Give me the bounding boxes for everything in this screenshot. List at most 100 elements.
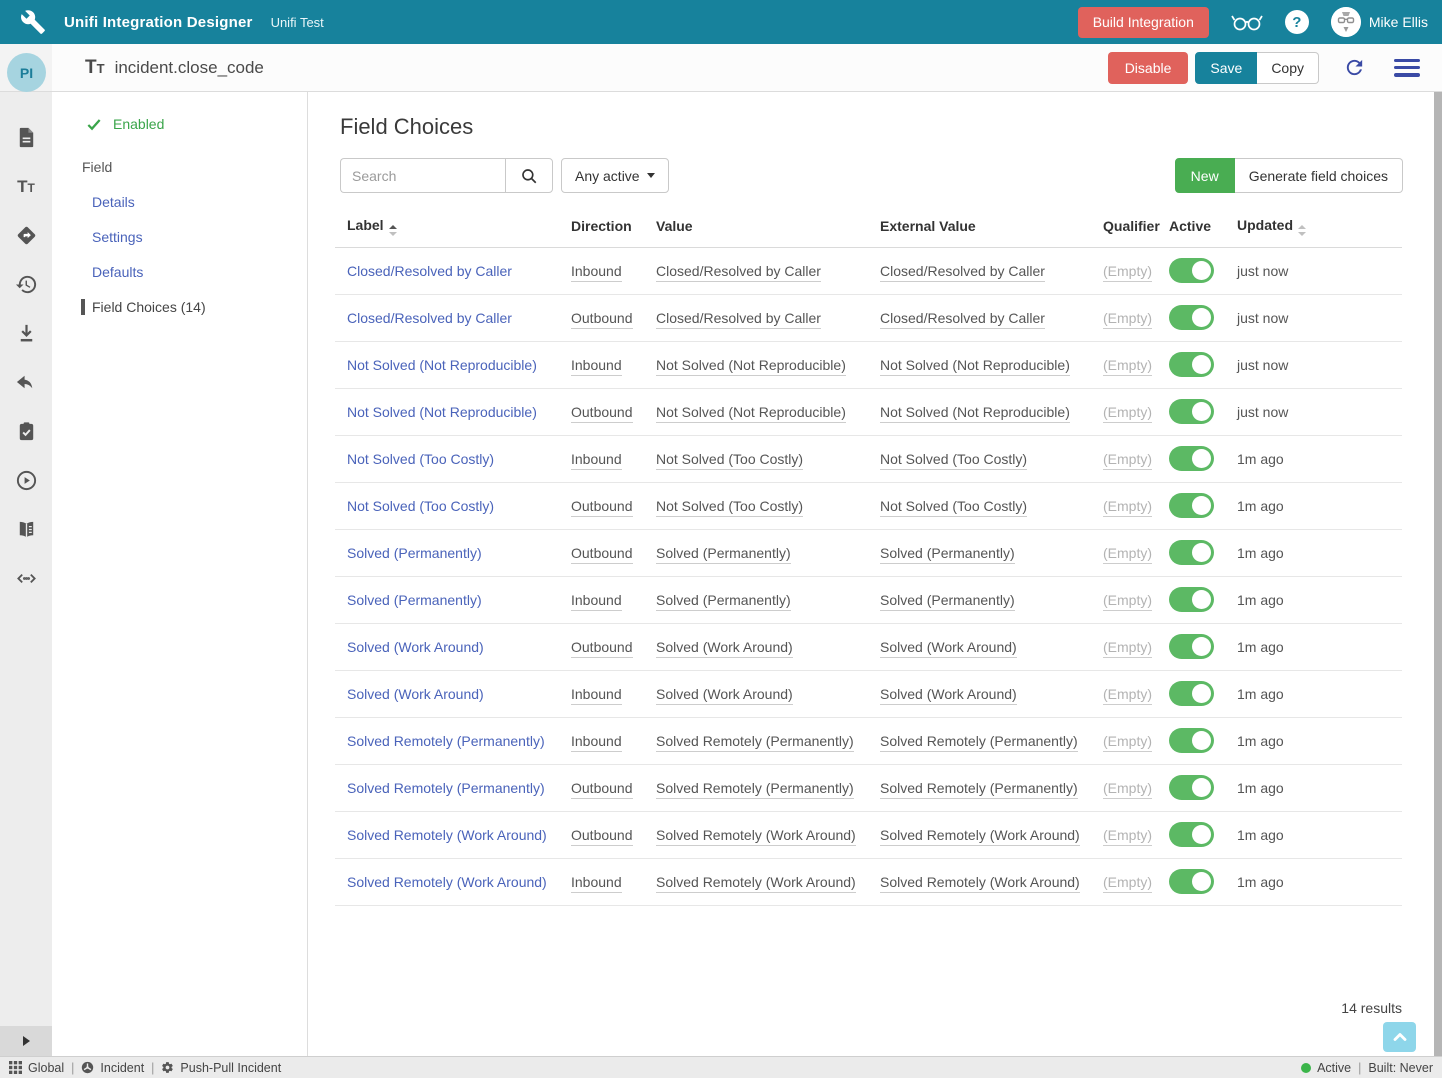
direction-cell[interactable]: Outbound <box>571 498 633 517</box>
hamburger-menu-icon[interactable] <box>1394 59 1420 77</box>
direction-cell[interactable]: Outbound <box>571 310 633 329</box>
direction-cell[interactable]: Outbound <box>571 780 633 799</box>
qualifier-cell[interactable]: (Empty) <box>1103 780 1152 799</box>
value-cell[interactable]: Solved Remotely (Permanently) <box>656 733 854 752</box>
label-link[interactable]: Solved Remotely (Permanently) <box>347 780 545 796</box>
external-value-cell[interactable]: Solved Remotely (Permanently) <box>880 780 1078 799</box>
refresh-icon[interactable] <box>1343 56 1366 79</box>
qualifier-cell[interactable]: (Empty) <box>1103 827 1152 846</box>
process-segment[interactable]: Push-Pull Incident <box>161 1061 281 1075</box>
documentation-icon[interactable] <box>15 518 38 541</box>
value-cell[interactable]: Solved Remotely (Work Around) <box>656 874 856 893</box>
qualifier-cell[interactable]: (Empty) <box>1103 686 1152 705</box>
label-link[interactable]: Not Solved (Too Costly) <box>347 451 494 467</box>
active-toggle[interactable] <box>1169 493 1214 518</box>
active-toggle[interactable] <box>1169 634 1214 659</box>
label-link[interactable]: Solved Remotely (Work Around) <box>347 827 547 843</box>
label-link[interactable]: Solved Remotely (Permanently) <box>347 733 545 749</box>
direction-cell[interactable]: Outbound <box>571 545 633 564</box>
col-header-qualifier[interactable]: Qualifier <box>1091 205 1157 247</box>
direction-cell[interactable]: Outbound <box>571 404 633 423</box>
search-button[interactable] <box>505 158 553 193</box>
label-link[interactable]: Closed/Resolved by Caller <box>347 263 512 279</box>
direction-cell[interactable]: Outbound <box>571 827 633 846</box>
value-cell[interactable]: Solved (Permanently) <box>656 592 791 611</box>
qualifier-cell[interactable]: (Empty) <box>1103 874 1152 893</box>
active-toggle[interactable] <box>1169 258 1214 283</box>
col-header-value[interactable]: Value <box>644 205 868 247</box>
collapse-sidebar-button[interactable] <box>0 1026 52 1056</box>
external-value-cell[interactable]: Solved Remotely (Permanently) <box>880 733 1078 752</box>
qualifier-cell[interactable]: (Empty) <box>1103 733 1152 752</box>
label-link[interactable]: Solved (Permanently) <box>347 545 482 561</box>
col-header-label[interactable]: Label <box>335 205 559 247</box>
nav-item-settings[interactable]: Settings <box>82 229 307 245</box>
qualifier-cell[interactable]: (Empty) <box>1103 310 1152 329</box>
active-toggle[interactable] <box>1169 399 1214 424</box>
typography-icon[interactable]: TT <box>17 175 35 198</box>
reply-icon[interactable] <box>15 371 38 394</box>
history-icon[interactable] <box>15 273 38 296</box>
value-cell[interactable]: Solved (Permanently) <box>656 545 791 564</box>
qualifier-cell[interactable]: (Empty) <box>1103 545 1152 564</box>
value-cell[interactable]: Not Solved (Not Reproducible) <box>656 357 846 376</box>
col-header-active[interactable]: Active <box>1157 205 1225 247</box>
external-value-cell[interactable]: Closed/Resolved by Caller <box>880 263 1045 282</box>
user-menu[interactable]: Mike Ellis <box>1331 7 1428 37</box>
value-cell[interactable]: Solved (Work Around) <box>656 639 793 658</box>
tasks-icon[interactable] <box>15 420 38 443</box>
new-button[interactable]: New <box>1175 158 1235 193</box>
value-cell[interactable]: Closed/Resolved by Caller <box>656 310 821 329</box>
generate-field-choices-button[interactable]: Generate field choices <box>1235 158 1403 193</box>
nav-item-field-choices[interactable]: Field Choices (14) <box>81 299 307 315</box>
qualifier-cell[interactable]: (Empty) <box>1103 639 1152 658</box>
label-link[interactable]: Closed/Resolved by Caller <box>347 310 512 326</box>
external-value-cell[interactable]: Solved (Work Around) <box>880 639 1017 658</box>
direction-cell[interactable]: Inbound <box>571 451 622 470</box>
integration-avatar[interactable]: PI <box>7 53 46 92</box>
vertical-scrollbar[interactable] <box>1434 92 1442 1056</box>
value-cell[interactable]: Solved Remotely (Permanently) <box>656 780 854 799</box>
direction-cell[interactable]: Outbound <box>571 639 633 658</box>
download-icon[interactable] <box>15 322 38 345</box>
external-value-cell[interactable]: Solved Remotely (Work Around) <box>880 827 1080 846</box>
help-icon[interactable]: ? <box>1285 10 1309 34</box>
col-header-external-value[interactable]: External Value <box>868 205 1091 247</box>
active-toggle[interactable] <box>1169 352 1214 377</box>
label-link[interactable]: Not Solved (Not Reproducible) <box>347 357 537 373</box>
direction-cell[interactable]: Inbound <box>571 592 622 611</box>
value-cell[interactable]: Solved (Work Around) <box>656 686 793 705</box>
label-link[interactable]: Not Solved (Not Reproducible) <box>347 404 537 420</box>
qualifier-cell[interactable]: (Empty) <box>1103 592 1152 611</box>
active-toggle[interactable] <box>1169 446 1214 471</box>
active-toggle[interactable] <box>1169 540 1214 565</box>
active-toggle[interactable] <box>1169 775 1214 800</box>
copy-button[interactable]: Copy <box>1257 52 1319 84</box>
active-toggle[interactable] <box>1169 305 1214 330</box>
col-header-updated[interactable]: Updated <box>1225 205 1402 247</box>
directions-icon[interactable] <box>15 224 38 247</box>
external-value-cell[interactable]: Closed/Resolved by Caller <box>880 310 1045 329</box>
direction-cell[interactable]: Inbound <box>571 357 622 376</box>
external-value-cell[interactable]: Not Solved (Too Costly) <box>880 498 1027 517</box>
value-cell[interactable]: Closed/Resolved by Caller <box>656 263 821 282</box>
active-toggle[interactable] <box>1169 822 1214 847</box>
save-button[interactable]: Save <box>1195 52 1257 84</box>
qualifier-cell[interactable]: (Empty) <box>1103 498 1152 517</box>
qualifier-cell[interactable]: (Empty) <box>1103 357 1152 376</box>
preview-glasses-icon[interactable] <box>1231 11 1263 33</box>
active-toggle[interactable] <box>1169 869 1214 894</box>
qualifier-cell[interactable]: (Empty) <box>1103 451 1152 470</box>
external-value-cell[interactable]: Not Solved (Not Reproducible) <box>880 404 1070 423</box>
direction-cell[interactable]: Inbound <box>571 874 622 893</box>
external-value-cell[interactable]: Not Solved (Too Costly) <box>880 451 1027 470</box>
active-toggle[interactable] <box>1169 681 1214 706</box>
active-filter-dropdown[interactable]: Any active <box>561 158 669 193</box>
label-link[interactable]: Solved (Permanently) <box>347 592 482 608</box>
qualifier-cell[interactable]: (Empty) <box>1103 404 1152 423</box>
nav-item-defaults[interactable]: Defaults <box>82 264 307 280</box>
scroll-to-top-button[interactable] <box>1383 1022 1416 1052</box>
external-value-cell[interactable]: Solved Remotely (Work Around) <box>880 874 1080 893</box>
scope-segment[interactable]: Global <box>9 1061 64 1075</box>
value-cell[interactable]: Not Solved (Too Costly) <box>656 451 803 470</box>
